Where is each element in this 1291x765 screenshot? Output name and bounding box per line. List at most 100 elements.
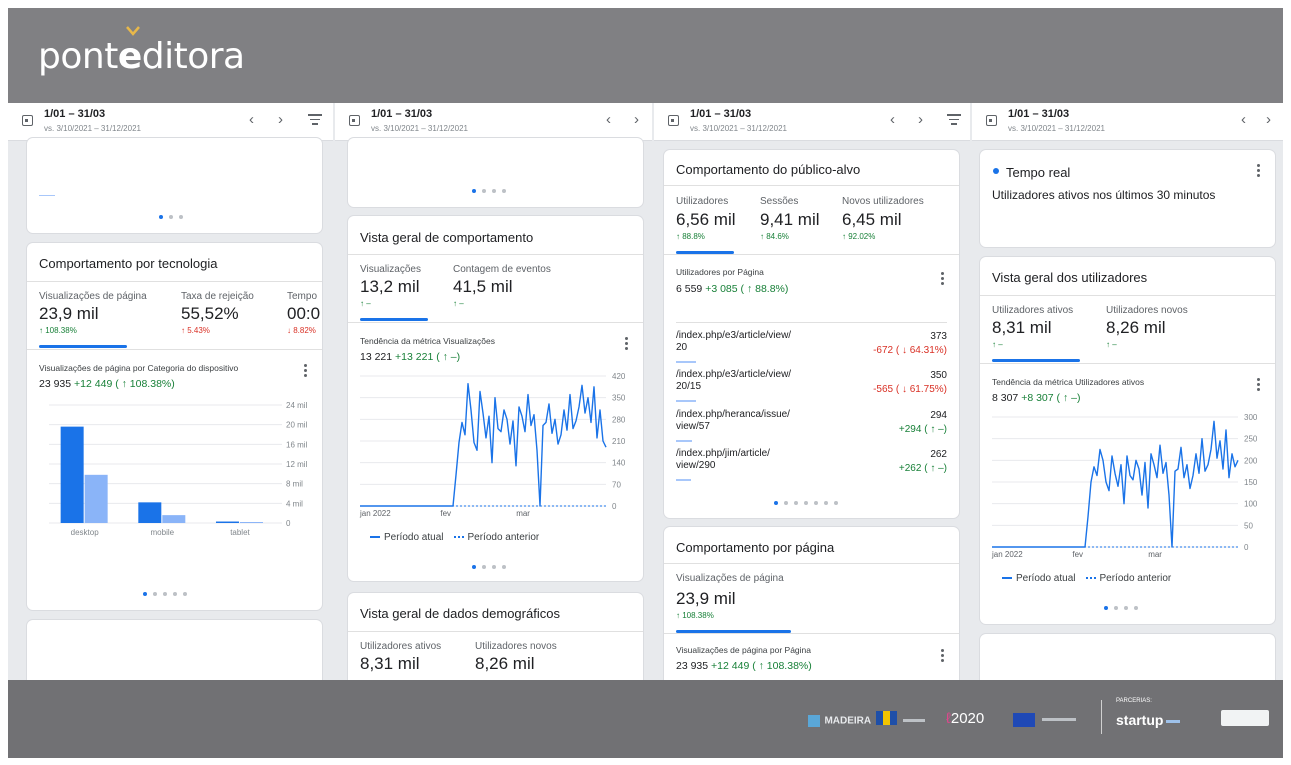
carousel-dots[interactable] [1104, 606, 1138, 610]
date-range-bar[interactable]: 1/01 – 31/03 vs. 3/10/2021 – 31/12/2021 … [972, 103, 1283, 141]
next-period-icon[interactable]: › [1266, 111, 1271, 128]
carousel-dots[interactable] [472, 189, 506, 193]
prev-period-icon[interactable]: ‹ [890, 111, 895, 128]
metric-label[interactable]: Visualizações de página [39, 291, 147, 302]
metric-label[interactable]: Utilizadores novos [475, 641, 557, 652]
y-tick-label: 0 [286, 519, 291, 528]
metric-label[interactable]: Utilizadores ativos [992, 305, 1073, 316]
row-bar [676, 440, 692, 442]
next-period-icon[interactable]: › [634, 111, 639, 128]
chart-legend: Período atual Período anterior [370, 532, 539, 543]
calendar-icon[interactable] [22, 115, 33, 126]
carousel-dots[interactable] [774, 501, 838, 505]
card-partial-top [27, 138, 322, 233]
more-options-icon[interactable] [1257, 164, 1260, 179]
live-dot-icon [993, 168, 999, 174]
page-behavior-card: Comportamento por página Visualizações d… [664, 527, 959, 680]
device-bar-chart: 24 mil 20 mil 16 mil 12 mil 8 mil 4 mil 0 deskt… [27, 393, 322, 553]
metric-label[interactable]: Utilizadores novos [1106, 305, 1188, 316]
subchart-title: Visualizações de página por Categoria do… [39, 363, 239, 373]
metric-value: 55,52% [181, 304, 239, 323]
metric-value: 41,5 mil [453, 277, 513, 296]
y-tick-label: 70 [612, 480, 621, 489]
metric-change: ↑ 108.38% [39, 326, 77, 335]
filter-icon[interactable] [308, 114, 322, 126]
more-options-icon[interactable] [625, 337, 628, 352]
active-users-trend-chart: 300 250 200 150 100 50 0 jan 2022 fev mar [980, 409, 1275, 569]
more-options-icon[interactable] [304, 364, 307, 379]
card-title: Tempo real [1006, 165, 1071, 180]
carousel-dots[interactable] [472, 565, 506, 569]
audience-behavior-card: Comportamento do público-alvo Utilizador… [664, 150, 959, 518]
chart-legend: Período atual Período anterior [1002, 573, 1171, 584]
date-range-bar[interactable]: 1/01 – 31/03 vs. 3/10/2021 – 31/12/2021 … [654, 103, 970, 141]
selected-metric-underline [360, 318, 428, 321]
metric-label[interactable]: Utilizadores ativos [360, 641, 441, 652]
page-path[interactable]: /index.php/jim/article/view/290 [676, 448, 770, 472]
card-title: Vista geral de comportamento [360, 230, 534, 245]
ponteditora-logo: ponteditora [38, 36, 245, 77]
next-period-icon[interactable]: › [918, 111, 923, 128]
date-range-bar[interactable]: 1/01 – 31/03 vs. 3/10/2021 – 31/12/2021 … [8, 103, 333, 141]
logo-accent-icon [126, 26, 140, 36]
column-4: 1/01 – 31/03 vs. 3/10/2021 – 31/12/2021 … [972, 103, 1283, 680]
metric-label[interactable]: Contagem de eventos [453, 264, 551, 275]
y-tick-label: 0 [1244, 543, 1249, 552]
x-tick-label: mobile [151, 528, 175, 537]
behavior-overview-card: Vista geral de comportamento Visualizaçõ… [348, 216, 643, 581]
next-period-icon[interactable]: › [278, 111, 283, 128]
calendar-icon[interactable] [349, 115, 360, 126]
x-tick-label: fev [1072, 550, 1083, 559]
metric-label[interactable]: Visualizações de página [676, 573, 784, 584]
date-range[interactable]: 1/01 – 31/03 [690, 108, 751, 120]
page-path[interactable]: /index.php/e3/article/view/20/15 [676, 369, 791, 393]
date-range[interactable]: 1/01 – 31/03 [371, 108, 432, 120]
metric-change: ↑ 88.8% [676, 232, 705, 241]
carousel-dots[interactable] [159, 215, 183, 219]
row-value: 350 [930, 370, 947, 381]
metric-label[interactable]: Taxa de rejeição [181, 291, 254, 302]
card-title: Comportamento do público-alvo [676, 162, 861, 177]
card-title: Comportamento por tecnologia [39, 256, 218, 271]
demographics-card: Vista geral de dados demográficos Utiliz… [348, 593, 643, 680]
startup-logo: startup [1116, 712, 1181, 728]
date-range[interactable]: 1/01 – 31/03 [1008, 108, 1069, 120]
x-tick-label: tablet [230, 528, 250, 537]
calendar-icon[interactable] [986, 115, 997, 126]
page-path[interactable]: /index.php/e3/article/view/20 [676, 330, 791, 354]
realtime-card: Tempo real Utilizadores ativos nos últim… [980, 150, 1275, 247]
filter-icon[interactable] [947, 114, 961, 126]
date-range-bar[interactable]: 1/01 – 31/03 vs. 3/10/2021 – 31/12/2021 … [335, 103, 652, 141]
metric-label[interactable]: Utilizadores [676, 196, 728, 207]
more-options-icon[interactable] [941, 272, 944, 287]
series-current-line [992, 420, 1239, 548]
views-trend-chart: 420 350 280 210 140 70 0 jan 2022 fev mar [348, 368, 643, 528]
bar [239, 522, 263, 523]
prev-period-icon[interactable]: ‹ [606, 111, 611, 128]
metric-value: 00:0 [287, 304, 321, 323]
compare-range: vs. 3/10/2021 – 31/12/2021 [44, 124, 141, 133]
subchart-total: 23 935 +12 449 ( ↑ 108.38%) [39, 378, 175, 390]
y-tick-label: 420 [612, 372, 626, 381]
prev-period-icon[interactable]: ‹ [249, 111, 254, 128]
footer-bar: MADEIRA ℓ2020 PARCERIAS: startup [8, 680, 1283, 758]
compare-range: vs. 3/10/2021 – 31/12/2021 [371, 124, 468, 133]
y-tick-label: 250 [1244, 435, 1258, 444]
y-tick-label: 300 [1244, 413, 1258, 422]
madeira-flag-icon [876, 711, 926, 725]
metric-label[interactable]: Tempo [287, 291, 317, 302]
metric-label[interactable]: Novos utilizadores [842, 196, 924, 207]
card-title: Vista geral de dados demográficos [360, 606, 560, 621]
y-tick-label: 16 mil [286, 440, 308, 449]
y-tick-label: 150 [1244, 478, 1258, 487]
carousel-dots[interactable] [143, 592, 187, 596]
more-options-icon[interactable] [1257, 378, 1260, 393]
calendar-icon[interactable] [668, 115, 679, 126]
prev-period-icon[interactable]: ‹ [1241, 111, 1246, 128]
metric-label[interactable]: Visualizações [360, 264, 421, 275]
metric-label[interactable]: Sessões [760, 196, 798, 207]
date-range[interactable]: 1/01 – 31/03 [44, 108, 105, 120]
more-options-icon[interactable] [941, 649, 944, 664]
page-path[interactable]: /index.php/heranca/issue/view/57 [676, 409, 790, 433]
bar [162, 515, 186, 523]
